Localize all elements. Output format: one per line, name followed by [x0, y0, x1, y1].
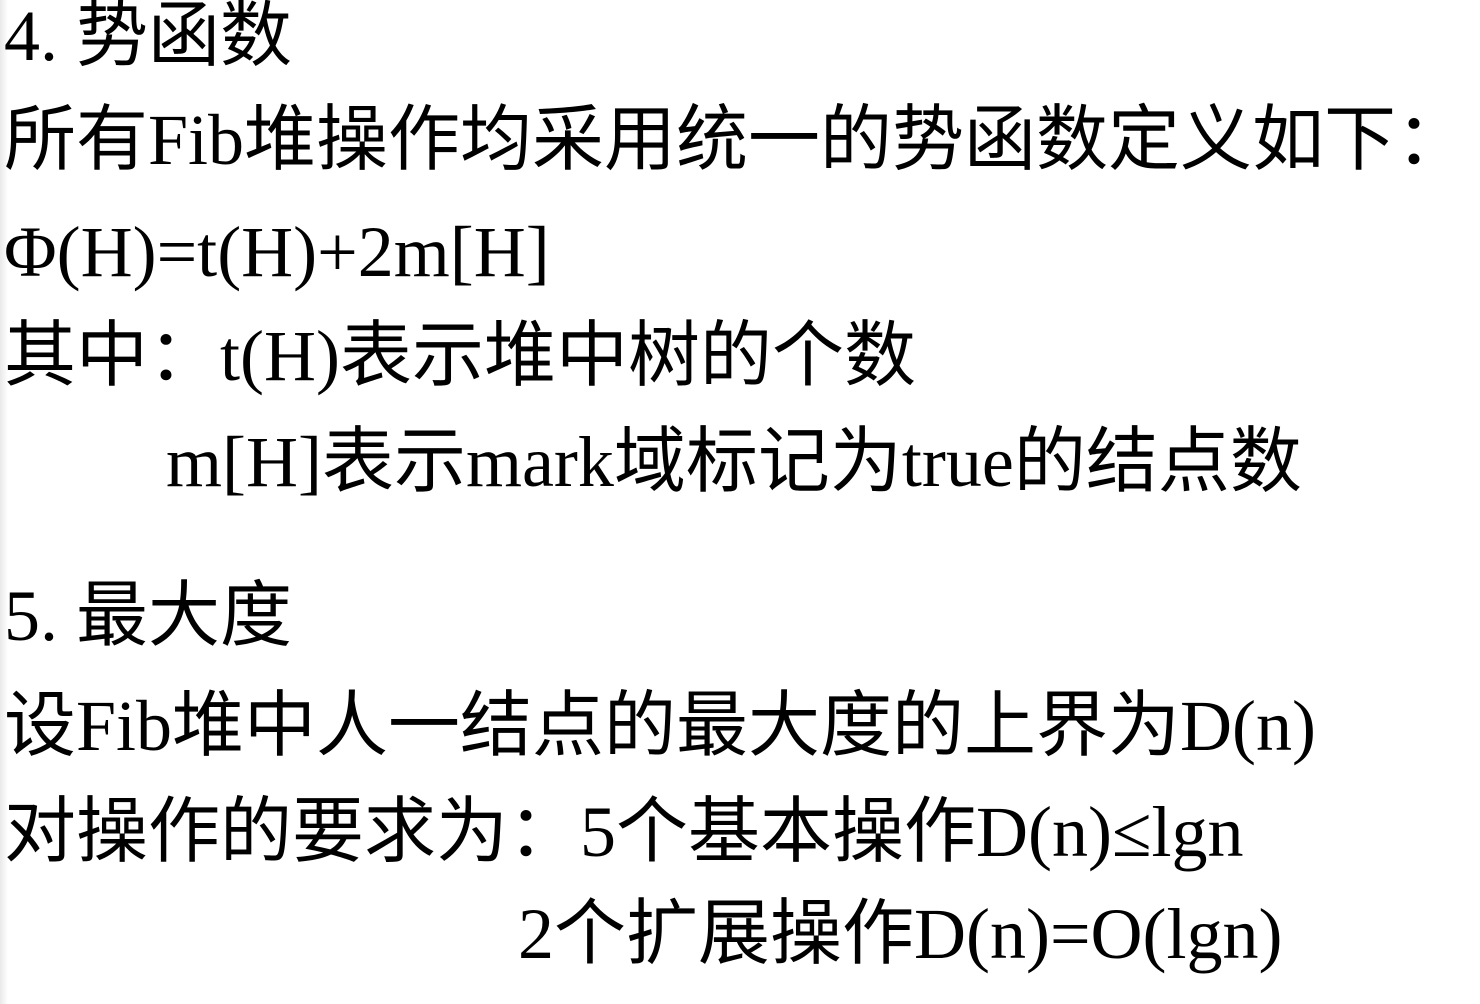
max-degree-heading: 5. 最大度: [4, 576, 293, 656]
max-degree-intro: 设Fib堆中人一结点的最大度的上界为D(n): [4, 686, 1316, 766]
extended-operations-requirement: 2个扩展操作D(n)=O(lgn): [518, 894, 1283, 974]
potential-function-intro: 所有Fib堆操作均采用统一的势函数定义如下：: [4, 100, 1469, 180]
tree-count-definition: 其中：t(H)表示堆中树的个数: [4, 316, 916, 396]
slide-page: 4. 势函数 所有Fib堆操作均采用统一的势函数定义如下： Φ(H)=t(H)+…: [0, 0, 1480, 1004]
basic-operations-requirement: 对操作的要求为：5个基本操作D(n)≤lgn: [4, 792, 1244, 872]
potential-function-heading: 4. 势函数: [4, 0, 293, 76]
marked-node-definition: m[H]表示mark域标记为true的结点数: [166, 422, 1302, 502]
potential-function-formula: Φ(H)=t(H)+2m[H]: [4, 212, 550, 292]
